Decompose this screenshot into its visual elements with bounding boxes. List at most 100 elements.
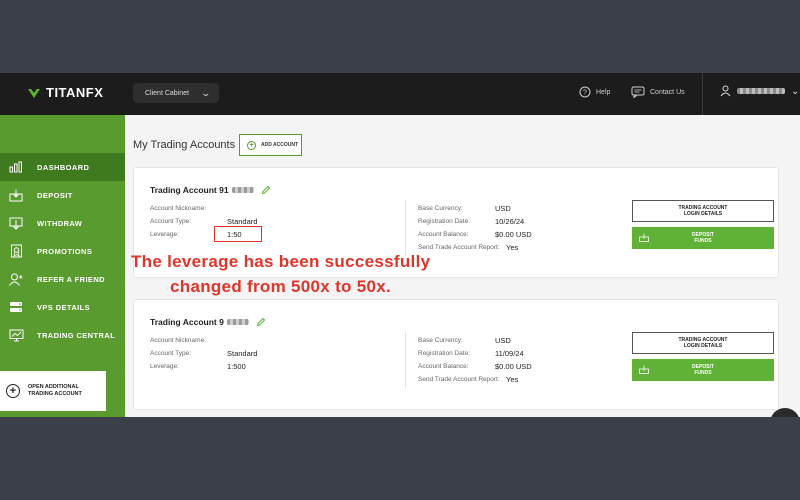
deposit-funds-button[interactable]: DEPOSIT FUNDS	[632, 227, 774, 249]
edit-pencil-icon[interactable]	[261, 185, 271, 195]
account-type-label: Account Type:	[150, 218, 192, 225]
withdraw-icon	[8, 216, 24, 230]
registration-date-label: Registration Date:	[418, 350, 471, 357]
registration-date-label: Registration Date:	[418, 218, 471, 225]
header-divider	[702, 73, 703, 115]
account-name: Trading Account 91	[150, 185, 229, 195]
sidebar-item-label: REFER A FRIEND	[37, 274, 105, 284]
app-window: TITANFX Client Cabinet ⌄ ? Help Contact …	[0, 73, 800, 417]
sidebar-item-vps-details[interactable]: VPS DETAILS	[0, 293, 125, 321]
promotions-icon	[8, 244, 24, 258]
help-icon: ?	[579, 86, 591, 98]
login-btn-line2: LOGIN DETAILS	[683, 211, 723, 217]
base-currency-label: Base Currency:	[418, 205, 463, 212]
deposit-icon	[639, 233, 649, 242]
login-btn-line2: LOGIN DETAILS	[683, 343, 723, 349]
account-title: Trading Account 91	[150, 185, 271, 195]
logo-text: TITANFX	[46, 85, 104, 100]
deposit-btn-line2: FUNDS	[694, 370, 712, 376]
account-title: Trading Account 9	[150, 317, 266, 327]
sidebar-item-deposit[interactable]: DEPOSIT	[0, 181, 125, 209]
sidebar-item-trading-central[interactable]: TRADING CENTRAL	[0, 321, 125, 349]
base-currency-label: Base Currency:	[418, 337, 463, 344]
login-details-button[interactable]: TRADING ACCOUNT LOGIN DETAILS	[632, 332, 774, 354]
user-menu[interactable]: ⌄	[720, 85, 799, 97]
trading-account-card: Trading Account 9 Account Nickname: Acco…	[133, 299, 779, 410]
base-currency-value: USD	[495, 204, 511, 213]
annotation-line1: The leverage has been successfully	[131, 252, 431, 271]
open-account-line1: OPEN ADDITIONAL	[28, 383, 79, 390]
account-type-label: Account Type:	[150, 350, 192, 357]
deposit-btn-line2: FUNDS	[694, 238, 712, 244]
column-divider	[405, 332, 406, 388]
nickname-label: Account Nickname:	[150, 337, 206, 344]
sidebar-item-label: DASHBOARD	[37, 162, 90, 172]
logo[interactable]: TITANFX	[27, 85, 103, 100]
nickname-label: Account Nickname:	[150, 205, 206, 212]
account-balance-value: $0.00 USD	[495, 362, 532, 371]
base-currency-value: USD	[495, 336, 511, 345]
chevron-down-icon: ⌄	[791, 85, 800, 97]
account-number-redacted	[231, 187, 254, 193]
deposit-funds-button[interactable]: DEPOSIT FUNDS	[632, 359, 774, 381]
username-redacted	[737, 88, 785, 94]
chart-bars-icon	[8, 160, 24, 174]
deposit-icon	[639, 365, 649, 374]
sidebar-item-label: TRADING CENTRAL	[37, 330, 116, 340]
account-balance-label: Account Balance:	[418, 363, 469, 370]
titanfx-logo-icon	[28, 88, 40, 98]
leverage-label: Leverage:	[150, 231, 179, 238]
login-details-button[interactable]: TRADING ACCOUNT LOGIN DETAILS	[632, 200, 774, 222]
add-account-button[interactable]: + ADD ACCOUNT	[239, 134, 302, 156]
sidebar-item-promotions[interactable]: PROMOTIONS	[0, 237, 125, 265]
account-type-value: Standard	[227, 349, 258, 358]
open-account-text: OPEN ADDITIONAL TRADING ACCOUNT	[28, 384, 82, 398]
add-account-label: ADD ACCOUNT	[261, 142, 299, 148]
contact-us-link[interactable]: Contact Us	[631, 86, 685, 98]
account-number-redacted	[226, 319, 249, 325]
help-link[interactable]: ? Help	[579, 86, 610, 98]
account-balance-label: Account Balance:	[418, 231, 469, 238]
sidebar-item-label: PROMOTIONS	[37, 246, 93, 256]
registration-date-value: 11/09/24	[495, 349, 524, 358]
deposit-funds-text: DEPOSIT FUNDS	[692, 232, 714, 244]
leverage-value: 1:500	[227, 362, 246, 371]
top-bar: TITANFX Client Cabinet ⌄ ? Help Contact …	[0, 73, 800, 115]
client-cabinet-dropdown[interactable]: Client Cabinet ⌄	[133, 83, 219, 103]
client-cabinet-label: Client Cabinet	[145, 89, 189, 97]
plus-icon: +	[6, 384, 20, 398]
trade-report-value: Yes	[506, 375, 519, 384]
login-details-text: TRADING ACCOUNT LOGIN DETAILS	[679, 205, 728, 217]
sidebar-item-refer-a-friend[interactable]: REFER A FRIEND	[0, 265, 125, 293]
login-details-text: TRADING ACCOUNT LOGIN DETAILS	[679, 337, 728, 349]
page-title: My Trading Accounts	[133, 139, 236, 151]
column-divider	[405, 200, 406, 256]
refer-icon	[8, 272, 24, 286]
trade-report-label: Send Trade Account Report:	[418, 376, 500, 383]
account-name: Trading Account 9	[150, 317, 224, 327]
sidebar-item-label: WITHDRAW	[37, 218, 83, 228]
help-label: Help	[596, 88, 611, 96]
plus-icon: +	[247, 140, 256, 150]
chevron-down-icon: ⌄	[200, 87, 212, 98]
deposit-funds-text: DEPOSIT FUNDS	[692, 364, 714, 376]
deposit-icon	[8, 188, 24, 202]
user-icon	[720, 85, 731, 97]
trade-report-label: Send Trade Account Report:	[418, 244, 500, 251]
chat-icon	[631, 86, 645, 98]
leverage-label: Leverage:	[150, 363, 179, 370]
sidebar-item-dashboard[interactable]: DASHBOARD	[0, 153, 125, 181]
server-icon	[8, 300, 24, 314]
account-balance-value: $0.00 USD	[495, 230, 532, 239]
sidebar: DASHBOARD DEPOSIT WITHDRAW PROMOTIONS RE…	[0, 115, 125, 417]
leverage-highlight-box	[214, 226, 262, 242]
sidebar-item-withdraw[interactable]: WITHDRAW	[0, 209, 125, 237]
annotation-line2: changed from 500x to 50x.	[170, 277, 392, 296]
registration-date-value: 10/26/24	[495, 217, 525, 226]
contact-us-label: Contact Us	[650, 88, 685, 96]
edit-pencil-icon[interactable]	[256, 317, 266, 327]
sidebar-item-label: DEPOSIT	[37, 190, 73, 200]
open-account-line2: TRADING ACCOUNT	[28, 391, 82, 397]
monitor-chart-icon	[8, 328, 24, 342]
open-additional-account-button[interactable]: + OPEN ADDITIONAL TRADING ACCOUNT	[0, 371, 106, 411]
